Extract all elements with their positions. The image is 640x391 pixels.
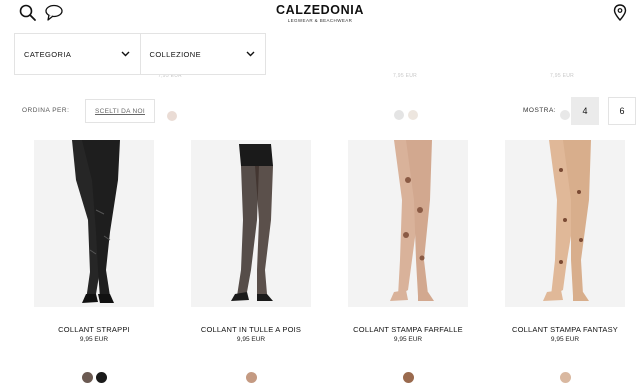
ghost-swatch [394, 110, 404, 120]
sort-label: ORDINA PER: [22, 107, 70, 114]
filter-label: CATEGORIA [24, 49, 72, 59]
ghost-price: 7,95 EUR [393, 73, 418, 79]
product-image[interactable] [348, 140, 468, 307]
sort-select[interactable]: SCELTI DA NOI [85, 99, 155, 123]
product-card[interactable]: COLLANT STAMPA FARFALLE 9,95 EUR [348, 140, 468, 383]
ghost-swatch [167, 111, 177, 121]
product-price: 9,95 EUR [79, 336, 109, 343]
view-label: MOSTRA: [523, 107, 557, 114]
product-name[interactable]: COLLANT IN TULLE A POIS [171, 325, 331, 334]
brand-logo[interactable]: CALZEDONIA LEGWEAR & BEACHWEAR [0, 3, 640, 23]
location-pin-icon[interactable] [611, 3, 631, 23]
color-swatch[interactable] [81, 372, 93, 383]
product-price: 9,95 EUR [393, 336, 423, 343]
view-6-columns-button[interactable]: 6 [608, 97, 636, 125]
color-swatch[interactable] [95, 372, 107, 383]
filter-bar: CATEGORIA COLLEZIONE [14, 33, 266, 75]
color-swatch[interactable] [559, 372, 571, 383]
product-name[interactable]: COLLANT STAMPA FARFALLE [328, 325, 488, 334]
ghost-price: 7,95 EUR [550, 73, 575, 79]
ghost-swatch [408, 110, 418, 120]
brand-tagline: LEGWEAR & BEACHWEAR [287, 18, 353, 23]
color-swatches [191, 372, 311, 383]
product-name[interactable]: COLLANT STRAPPI [14, 325, 174, 334]
color-swatch[interactable] [245, 372, 257, 383]
color-swatches [348, 372, 468, 383]
color-swatches [34, 372, 154, 383]
color-swatches [505, 372, 625, 383]
product-price: 9,95 EUR [236, 336, 266, 343]
product-image[interactable] [34, 140, 154, 307]
chevron-down-icon [246, 50, 255, 59]
filter-label: COLLEZIONE [149, 49, 202, 59]
view-4-columns-button[interactable]: 4 [571, 97, 599, 125]
product-name[interactable]: COLLANT STAMPA FANTASY [485, 325, 640, 334]
chevron-down-icon [121, 50, 130, 59]
product-image[interactable] [191, 140, 311, 307]
product-card[interactable]: COLLANT IN TULLE A POIS 9,95 EUR [191, 140, 311, 383]
site-header: CALZEDONIA LEGWEAR & BEACHWEAR [0, 0, 640, 28]
product-card[interactable]: COLLANT STAMPA FANTASY 9,95 EUR [505, 140, 625, 383]
brand-name: CALZEDONIA [276, 3, 364, 17]
color-swatch[interactable] [402, 372, 414, 383]
product-card[interactable]: COLLANT STRAPPI 9,95 EUR [34, 140, 154, 383]
product-price: 9,95 EUR [550, 336, 580, 343]
ghost-swatch [560, 110, 570, 120]
product-image[interactable] [505, 140, 625, 307]
filter-categoria[interactable]: CATEGORIA [15, 34, 140, 74]
filter-collezione[interactable]: COLLEZIONE [139, 34, 266, 74]
